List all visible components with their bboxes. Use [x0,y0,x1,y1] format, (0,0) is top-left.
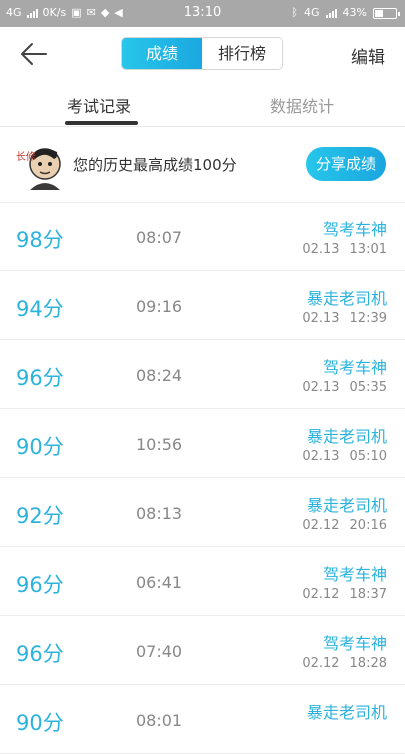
status-right: ᛒ 4G 43% [291,6,400,20]
network-type-right: 4G [304,6,320,19]
segment-scores[interactable]: 成绩 [122,38,202,69]
status-bar: 4G 0K/s ▣ ✉ ◆ ◀ 13:10 ᛒ 4G 43% [0,0,405,27]
back-arrow-icon [21,43,47,65]
record-duration: 06:41 [136,573,183,592]
record-title: 驾考车神 [322,634,387,653]
avatar[interactable]: 长修 [14,140,64,190]
avatar-text: 长修 [16,150,36,163]
record-time: 05:10 [349,449,387,464]
segment-leaderboard[interactable]: 排行榜 [202,38,282,69]
battery-icon [373,7,400,19]
record-datetime: 02.13 05:35 [302,380,387,395]
record-datetime: 02.12 20:16 [302,518,387,533]
record-date: 02.13 [302,242,340,257]
record-score: 96分 [16,366,64,390]
record-title: 暴走老司机 [306,496,387,515]
record-title: 驾考车神 [322,220,387,239]
exam-records-list: 98分 08:07 驾考车神 02.13 13:01 94分 09:16 暴走老司机 02.13… [0,202,405,754]
record-date: 02.13 [302,449,340,464]
record-score: 90分 [16,435,64,459]
exam-record-row[interactable]: 96分 08:24 驾考车神 02.13 05:35 [0,340,405,409]
record-date: 02.12 [302,656,340,671]
exam-record-row[interactable]: 96分 06:41 驾考车神 02.12 18:37 [0,547,405,616]
record-duration: 08:01 [136,711,183,730]
record-duration: 10:56 [136,435,183,454]
record-datetime: 02.13 05:10 [302,449,387,464]
record-time: 12:39 [349,311,387,326]
record-duration: 08:07 [136,228,183,247]
record-score: 96分 [16,642,64,666]
exam-record-row[interactable]: 98分 08:07 驾考车神 02.13 13:01 [0,202,405,271]
record-datetime: 02.13 12:39 [302,311,387,326]
tab-statistics[interactable]: 数据统计 [270,93,334,117]
share-score-button[interactable]: 分享成绩 [306,147,386,181]
battery-percent: 43% [342,6,367,19]
segment-control: 成绩 排行榜 [121,37,283,70]
record-time: 18:28 [349,656,387,671]
edit-button[interactable]: 编辑 [351,43,385,68]
record-date: 02.13 [302,380,340,395]
record-date: 02.13 [302,311,340,326]
record-score: 92分 [16,504,64,528]
record-title: 暴走老司机 [306,427,387,446]
sub-tabs: 考试记录 数据统计 [0,81,405,127]
record-duration: 08:24 [136,366,183,385]
tab-indicator [65,121,138,125]
record-score: 94分 [16,297,64,321]
battery-fill [375,9,383,17]
record-datetime: 02.12 18:28 [302,656,387,671]
bluetooth-icon: ᛒ [291,6,299,19]
signal-icon-right [325,8,337,18]
exam-record-row[interactable]: 90分 10:56 暴走老司机 02.13 05:10 [0,409,405,478]
record-time: 05:35 [349,380,387,395]
record-date: 02.12 [302,587,340,602]
record-score: 98分 [16,228,64,252]
record-title: 驾考车神 [322,565,387,584]
record-datetime [377,725,387,740]
record-duration: 08:13 [136,504,183,523]
exam-record-row[interactable]: 92分 08:13 暴走老司机 02.12 20:16 [0,478,405,547]
back-button[interactable] [18,40,50,68]
record-score: 96分 [16,573,64,597]
record-datetime: 02.12 18:37 [302,587,387,602]
record-title: 暴走老司机 [306,703,387,722]
record-time: 18:37 [349,587,387,602]
record-score: 90分 [16,711,64,735]
record-title: 驾考车神 [322,358,387,377]
record-duration: 09:16 [136,297,183,316]
best-score-row: 长修 您的历史最高成绩100分 分享成绩 [0,126,405,203]
top-bar: 成绩 排行榜 编辑 [0,27,405,81]
record-date: 02.12 [302,518,340,533]
record-duration: 07:40 [136,642,183,661]
exam-record-row[interactable]: 96分 07:40 驾考车神 02.12 18:28 [0,616,405,685]
record-time: 20:16 [349,518,387,533]
best-score-text: 您的历史最高成绩100分 [73,156,237,174]
exam-record-row[interactable]: 94分 09:16 暴走老司机 02.13 12:39 [0,271,405,340]
record-datetime: 02.13 13:01 [302,242,387,257]
tab-exam-records[interactable]: 考试记录 [67,93,131,117]
record-time: 13:01 [349,242,387,257]
record-title: 暴走老司机 [306,289,387,308]
